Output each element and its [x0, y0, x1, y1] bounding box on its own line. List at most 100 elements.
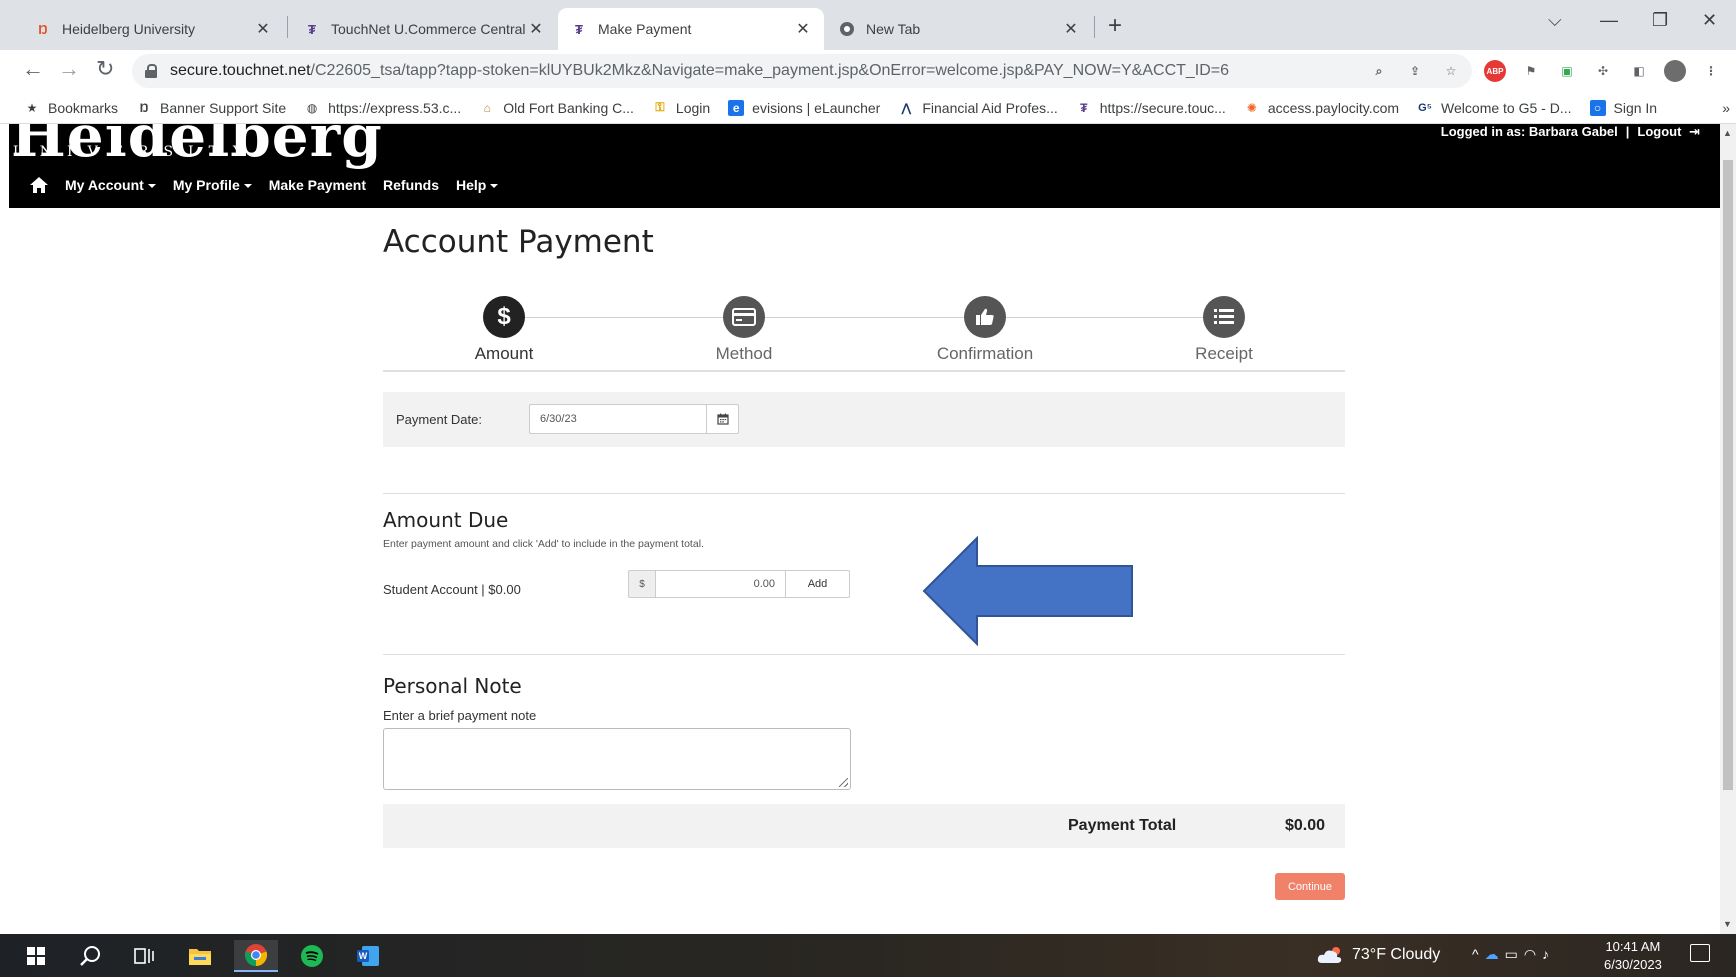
extensions-puzzle-icon[interactable]: ✣	[1592, 60, 1614, 82]
resize-grip-icon[interactable]	[839, 778, 848, 787]
word-icon[interactable]: W	[346, 940, 390, 972]
logged-in-label: Logged in as: Barbara Gabel	[1440, 124, 1618, 139]
thumbs-up-icon	[964, 296, 1006, 338]
calendar-icon	[716, 413, 729, 425]
bookmark-login[interactable]: ⚿ Login	[652, 100, 710, 116]
tab-search-chevron-icon[interactable]: ⌵	[1548, 10, 1562, 31]
close-icon[interactable]: ✕	[527, 19, 545, 39]
side-panel-icon[interactable]: ◧	[1628, 60, 1650, 82]
more-bookmarks-chevron[interactable]: »	[1722, 100, 1730, 116]
close-icon[interactable]: ✕	[254, 19, 272, 39]
payment-amount-input[interactable]: 0.00	[656, 570, 786, 598]
currency-addon: $	[628, 570, 656, 598]
forward-arrow-icon[interactable]: →	[58, 56, 80, 82]
scrollbar-thumb[interactable]	[1723, 160, 1733, 790]
nav-help[interactable]: Help	[456, 177, 499, 193]
task-view-icon[interactable]	[122, 940, 166, 972]
flag-extension-icon[interactable]: ⚑	[1520, 60, 1542, 82]
windows-taskbar: W 73°F Cloudy ^☁▭◠♪ 10:41 AM 6/30/2023	[0, 934, 1736, 977]
bookmark-label: access.paylocity.com	[1267, 99, 1400, 116]
tab-new-tab[interactable]: New Tab ✕	[826, 8, 1092, 50]
logout-link[interactable]: Logout	[1637, 124, 1681, 139]
nav-label: My Account	[65, 177, 144, 193]
bookmark-secure-touchnet[interactable]: ₮ https://secure.touc...	[1076, 100, 1226, 116]
bookmark-label: Banner Support Site	[160, 99, 287, 116]
file-explorer-icon[interactable]	[178, 940, 222, 972]
system-tray: ^☁▭◠♪	[1472, 946, 1555, 963]
nav-label: My Profile	[172, 177, 240, 193]
close-icon[interactable]: ✕	[794, 19, 812, 39]
tab-heidelberg-university[interactable]: Ŋ Heidelberg University ✕	[22, 8, 284, 50]
calendar-button[interactable]	[706, 404, 739, 434]
weather-temp: 73°F	[1352, 946, 1386, 963]
reload-icon[interactable]: ↻	[96, 56, 114, 82]
close-icon[interactable]: ✕	[1062, 19, 1080, 39]
bookmark-label: https://express.53.c...	[328, 99, 462, 116]
spotify-icon[interactable]	[290, 940, 334, 972]
volume-icon[interactable]: ♪	[1542, 946, 1555, 962]
wifi-icon[interactable]: ◠	[1524, 946, 1542, 962]
bookmark-old-fort-banking[interactable]: ⌂ Old Fort Banking C...	[479, 100, 634, 116]
bookmark-paylocity[interactable]: ✺ access.paylocity.com	[1244, 100, 1399, 116]
page-scrollbar[interactable]: ▲ ▼	[1720, 124, 1736, 934]
window-close-icon[interactable]: ✕	[1702, 10, 1717, 31]
scroll-up-arrow-icon[interactable]: ▲	[1723, 128, 1732, 138]
scroll-down-arrow-icon[interactable]: ▼	[1723, 919, 1732, 929]
restore-icon[interactable]: ❐	[1652, 10, 1668, 31]
browser-tab-strip: Ŋ Heidelberg University ✕ ₮ TouchNet U.C…	[0, 0, 1736, 50]
battery-icon[interactable]: ▭	[1505, 946, 1524, 962]
bookmark-evisions[interactable]: e evisions | eLauncher	[728, 99, 880, 116]
bookmark-star-icon[interactable]: ☆	[1440, 60, 1462, 82]
key-icon: ⚿	[655, 100, 665, 114]
onedrive-icon[interactable]: ☁	[1485, 946, 1505, 962]
address-bar[interactable]: secure.touchnet.net/C22605_tsa/tapp?tapp…	[132, 54, 1472, 88]
personal-note-heading: Personal Note	[383, 674, 522, 698]
bookmark-financial-aid[interactable]: ⋀ Financial Aid Profes...	[898, 100, 1057, 116]
tray-chevron-icon[interactable]: ^	[1472, 946, 1485, 962]
nav-my-profile[interactable]: My Profile	[173, 177, 252, 193]
bookmark-banner-support[interactable]: Ŋ Banner Support Site	[136, 100, 286, 116]
taskbar-clock[interactable]: 10:41 AM 6/30/2023	[1604, 938, 1662, 974]
logout-icon[interactable]: ⇥	[1689, 124, 1700, 139]
payment-date-input[interactable]: 6/30/23	[529, 404, 707, 434]
chrome-taskbar-icon[interactable]	[234, 940, 278, 972]
nav-refunds[interactable]: Refunds	[383, 177, 439, 193]
step-label: Confirmation	[936, 344, 1034, 363]
new-tab-plus-icon[interactable]: +	[1108, 12, 1122, 40]
profile-avatar[interactable]	[1664, 60, 1686, 82]
add-button[interactable]: Add	[786, 570, 850, 598]
step-method: Method	[669, 296, 819, 364]
weather-widget[interactable]: 73°F Cloudy	[1316, 945, 1440, 965]
bookmarks-bar: ★ Bookmarks Ŋ Banner Support Site ◍ https:/…	[0, 92, 1736, 124]
minimize-icon[interactable]: —	[1600, 10, 1618, 31]
continue-button[interactable]: Continue	[1275, 873, 1345, 900]
bookmark-sign-in[interactable]: ○ Sign In	[1589, 99, 1657, 116]
share-icon[interactable]: ⇪	[1404, 60, 1426, 82]
caret-down-icon	[147, 184, 156, 189]
nav-make-payment[interactable]: Make Payment	[269, 177, 366, 193]
zoom-icon[interactable]: ⌕	[1368, 60, 1390, 82]
home-icon[interactable]	[29, 176, 49, 194]
tab-make-payment[interactable]: ₮ Make Payment ✕	[558, 8, 824, 50]
chrome-favicon	[838, 20, 856, 38]
section-divider	[383, 654, 1345, 655]
back-arrow-icon[interactable]: ←	[22, 56, 44, 82]
windows-start-icon[interactable]	[14, 940, 58, 972]
bookmark-g5[interactable]: G⁵ Welcome to G5 - D...	[1417, 100, 1571, 116]
payment-progress-steps: $ Amount Method Confirmation Receipt	[383, 290, 1345, 372]
signin-icon: ○	[1589, 99, 1606, 116]
grammarly-extension-icon[interactable]: ▣	[1556, 60, 1578, 82]
payment-date-label: Payment Date:	[396, 412, 482, 427]
personal-note-textarea[interactable]	[383, 728, 851, 790]
search-icon[interactable]	[68, 940, 112, 972]
nav-my-account[interactable]: My Account	[65, 177, 156, 193]
bookmark-express53[interactable]: ◍ https://express.53.c...	[304, 100, 461, 116]
notification-center-icon[interactable]	[1690, 944, 1710, 962]
step-label: Amount	[474, 344, 534, 363]
browser-menu-icon[interactable]: ⋮	[1700, 60, 1722, 82]
tab-touchnet[interactable]: ₮ TouchNet U.Commerce Central ✕	[291, 8, 557, 50]
bookmark-bookmarks[interactable]: ★ Bookmarks	[24, 100, 118, 116]
bookmark-label: https://secure.touc...	[1099, 99, 1226, 116]
touchnet-icon: ₮	[1080, 100, 1088, 115]
adblock-icon[interactable]: ABP	[1484, 60, 1506, 82]
